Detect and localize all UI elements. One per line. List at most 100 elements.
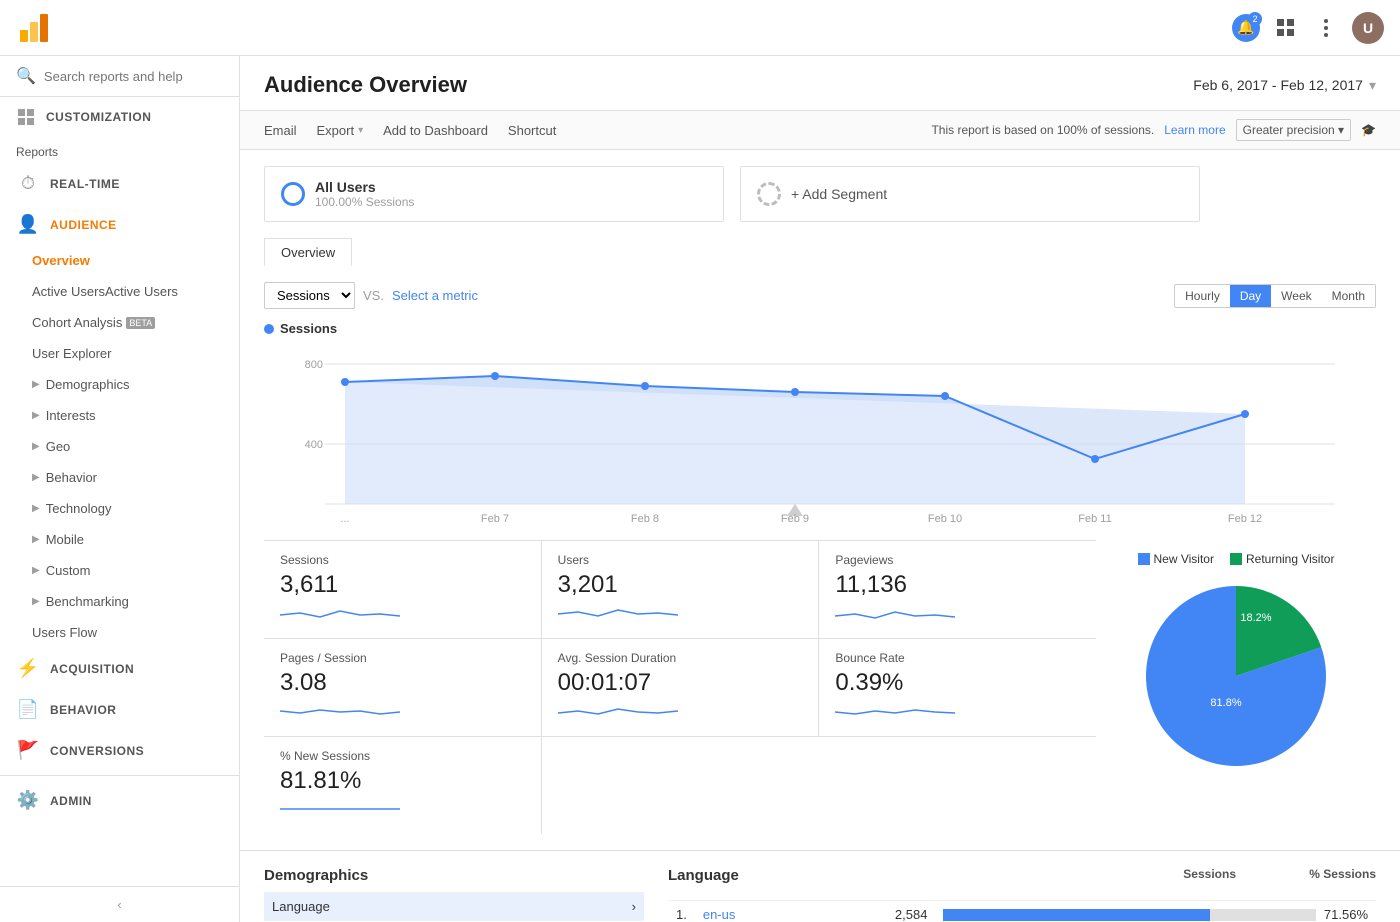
main-content: Audience Overview Feb 6, 2017 - Feb 12, … bbox=[240, 56, 1400, 922]
sidebar-item-acquisition[interactable]: ⚡ ACQUISITION bbox=[0, 648, 239, 689]
sessions-info-text: This report is based on 100% of sessions… bbox=[931, 123, 1154, 137]
sidebar-item-demographics[interactable]: ▶ Demographics bbox=[0, 369, 239, 400]
metric-empty-2 bbox=[819, 737, 1096, 834]
sidebar-item-interests[interactable]: ▶ Interests bbox=[0, 400, 239, 431]
chevron-right-icon-2: ▶ bbox=[32, 410, 40, 421]
legend-returning-visitor: Returning Visitor bbox=[1230, 552, 1335, 566]
demographics-section: Demographics Language › Cou bbox=[240, 850, 1400, 922]
search-bar[interactable]: 🔍 bbox=[0, 56, 239, 97]
pie-chart-section: New Visitor Returning Visitor bbox=[1096, 540, 1376, 834]
metric-new-sessions: % New Sessions 81.81% bbox=[264, 737, 542, 834]
collapse-sidebar-button[interactable]: ‹ bbox=[0, 886, 239, 922]
avatar[interactable]: U bbox=[1352, 12, 1384, 44]
svg-text:...: ... bbox=[340, 513, 349, 524]
sidebar-item-active-users[interactable]: Active Users Active Users bbox=[0, 276, 239, 307]
sidebar-item-geo[interactable]: ▶ Geo bbox=[0, 431, 239, 462]
time-btn-hourly[interactable]: Hourly bbox=[1175, 285, 1230, 307]
select-metric-link[interactable]: Select a metric bbox=[392, 288, 478, 303]
row-rank-1: 1. bbox=[668, 901, 695, 922]
print-icon[interactable]: 🎓 bbox=[1361, 123, 1376, 137]
notifications-button[interactable]: 🔔 2 bbox=[1232, 14, 1260, 42]
metric-sessions: Sessions 3,611 bbox=[264, 541, 542, 638]
chart-container: 800 400 ... bbox=[264, 344, 1376, 524]
time-btn-week[interactable]: Week bbox=[1271, 285, 1321, 307]
pie-legend: New Visitor Returning Visitor bbox=[1112, 552, 1360, 566]
metric-users-label: Users bbox=[558, 553, 803, 567]
time-btn-day[interactable]: Day bbox=[1230, 285, 1271, 307]
metric-pageviews: Pageviews 11,136 bbox=[819, 541, 1096, 638]
precision-selector[interactable]: Greater precision ▾ bbox=[1236, 119, 1351, 141]
date-range-text: Feb 6, 2017 - Feb 12, 2017 bbox=[1193, 77, 1363, 93]
metric-users-value: 3,201 bbox=[558, 571, 803, 599]
sidebar-item-behavior-nav[interactable]: 📄 BEHAVIOR bbox=[0, 689, 239, 730]
sidebar-item-admin[interactable]: ⚙️ ADMIN bbox=[0, 780, 239, 821]
notification-badge: 2 bbox=[1248, 12, 1262, 26]
topbar-right: 🔔 2 U bbox=[1232, 12, 1384, 44]
sidebar-item-benchmarking[interactable]: ▶ Benchmarking bbox=[0, 586, 239, 617]
pageviews-sparkline bbox=[835, 603, 955, 623]
demographics-language-row[interactable]: Language › bbox=[264, 893, 644, 921]
pages-sparkline bbox=[280, 701, 400, 721]
behavior-label: BEHAVIOR bbox=[50, 703, 116, 717]
metric-dropdown[interactable]: Sessions bbox=[264, 282, 355, 309]
sidebar-item-cohort[interactable]: Cohort Analysis BETA bbox=[0, 307, 239, 338]
date-range-picker[interactable]: Feb 6, 2017 - Feb 12, 2017 ▾ bbox=[1193, 77, 1376, 94]
sidebar-item-overview[interactable]: Overview bbox=[0, 245, 239, 276]
add-segment-label[interactable]: + Add Segment bbox=[791, 186, 887, 202]
page-header: Audience Overview Feb 6, 2017 - Feb 12, … bbox=[240, 56, 1400, 111]
sidebar-item-user-explorer[interactable]: User Explorer bbox=[0, 338, 239, 369]
customization-icon bbox=[16, 107, 36, 127]
sidebar-item-realtime[interactable]: ⏱ REAL-TIME bbox=[0, 163, 239, 204]
search-input[interactable] bbox=[44, 69, 223, 84]
sidebar-item-technology[interactable]: ▶ Technology bbox=[0, 493, 239, 524]
realtime-label: REAL-TIME bbox=[50, 177, 120, 191]
returning-pct-label: 18.2% bbox=[1240, 612, 1271, 624]
time-btn-month[interactable]: Month bbox=[1322, 285, 1375, 307]
metric-select: Sessions VS. Select a metric bbox=[264, 282, 478, 309]
legend-new-visitor: New Visitor bbox=[1138, 552, 1214, 566]
sidebar-item-mobile[interactable]: ▶ Mobile bbox=[0, 524, 239, 555]
tab-overview[interactable]: Overview bbox=[264, 238, 352, 266]
sidebar-item-behavior[interactable]: ▶ Behavior bbox=[0, 462, 239, 493]
sidebar-divider bbox=[0, 775, 239, 776]
new-visitor-label: New Visitor bbox=[1154, 552, 1214, 566]
chevron-right-icon-4: ▶ bbox=[32, 472, 40, 483]
audience-label: AUDIENCE bbox=[50, 218, 117, 232]
metric-duration-value: 00:01:07 bbox=[558, 669, 803, 697]
demographics-table: Language › Country bbox=[264, 892, 644, 922]
metric-pages-label: Pages / Session bbox=[280, 651, 525, 665]
add-dashboard-button[interactable]: Add to Dashboard bbox=[383, 123, 488, 138]
all-users-segment[interactable]: All Users 100.00% Sessions bbox=[264, 166, 724, 222]
sidebar-item-users-flow[interactable]: Users Flow bbox=[0, 617, 239, 648]
svg-text:Feb 10: Feb 10 bbox=[928, 513, 962, 524]
shortcut-button[interactable]: Shortcut bbox=[508, 123, 556, 138]
more-options-button[interactable] bbox=[1312, 14, 1340, 42]
admin-label: ADMIN bbox=[50, 794, 92, 808]
ga-logo-icon bbox=[16, 10, 52, 46]
metric-empty-1 bbox=[542, 737, 819, 834]
sessions-label: Sessions bbox=[264, 321, 1376, 336]
learn-more-link[interactable]: Learn more bbox=[1164, 123, 1225, 137]
toolbar-left: Email Export ▾ Add to Dashboard Shortcut bbox=[264, 123, 556, 138]
all-users-circle bbox=[281, 182, 305, 206]
segments-bar: All Users 100.00% Sessions + Add Segment bbox=[240, 150, 1400, 238]
email-button[interactable]: Email bbox=[264, 123, 297, 138]
language-table: 1. en-us 2,584 71.56% bbox=[668, 900, 1376, 922]
sidebar-item-custom[interactable]: ▶ Custom bbox=[0, 555, 239, 586]
users-sparkline bbox=[558, 603, 678, 623]
metric-new-sessions-value: 81.81% bbox=[280, 767, 525, 795]
demographics-right-title: Language bbox=[668, 867, 739, 884]
export-dropdown[interactable]: Export ▾ bbox=[317, 123, 364, 138]
new-pct-label: 81.8% bbox=[1210, 697, 1241, 709]
add-segment-box[interactable]: + Add Segment bbox=[740, 166, 1200, 222]
sidebar-item-conversions[interactable]: 🚩 CONVERSIONS bbox=[0, 730, 239, 771]
customization-section[interactable]: CUSTOMIZATION bbox=[0, 97, 239, 137]
vs-label: VS. bbox=[363, 288, 384, 303]
customization-label: CUSTOMIZATION bbox=[46, 110, 151, 124]
page-title: Audience Overview bbox=[264, 72, 467, 98]
acquisition-label: ACQUISITION bbox=[50, 662, 134, 676]
new-sessions-sparkline bbox=[280, 799, 400, 819]
export-button[interactable]: Export bbox=[317, 123, 355, 138]
apps-grid-button[interactable] bbox=[1272, 14, 1300, 42]
sidebar-item-audience[interactable]: 👤 AUDIENCE bbox=[0, 204, 239, 245]
